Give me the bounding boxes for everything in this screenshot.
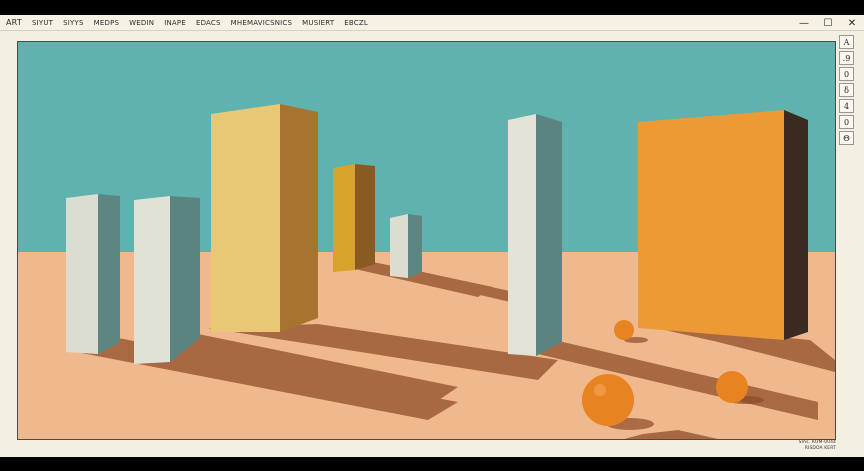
pillar-far-left-face [66,194,98,354]
pillar-left-face [134,196,170,364]
menu-item-medps[interactable]: MEDPS [89,16,125,30]
tool-button-6[interactable]: 0 [839,115,854,129]
close-button[interactable]: ✕ [840,15,864,31]
menu-item-art[interactable]: ART [0,16,27,30]
block-yellow-face [211,104,280,332]
minimize-button[interactable]: — [792,15,816,31]
block-small-side [408,214,422,278]
menu-item-musiert[interactable]: MUSIERT [297,16,339,30]
block-mustard-side [355,164,375,270]
tool-button-5[interactable]: 4 [839,99,854,113]
pillar-center-face [508,114,536,356]
artwork-image [18,42,835,439]
app-window: ART SIYUT SIYYS MEDPS WEDIN INAPE EDACS … [0,0,864,471]
pillar-far-left-side [98,194,120,354]
artwork-canvas[interactable] [17,41,836,440]
tool-button-text[interactable]: A [839,35,854,49]
pillar-center-side [536,114,562,356]
maximize-button[interactable]: ☐ [816,15,840,31]
menu-item-siyut[interactable]: SIYUT [27,16,58,30]
tool-button-4[interactable]: δ [839,83,854,97]
menu-item-wedin[interactable]: WEDIN [124,16,159,30]
menu-item-edacs[interactable]: EDACS [191,16,226,30]
tool-button-7[interactable]: Θ [839,131,854,145]
side-toolbar: A .9 0 δ 4 0 Θ [839,35,855,145]
menu-item-mhemavicsnics[interactable]: MHEMAVICSNICS [226,16,298,30]
block-orange-face [638,110,784,340]
window-top-strip [0,0,864,15]
block-small-face [390,214,408,278]
menu-item-inape[interactable]: INAPE [159,16,191,30]
menu-bar: ART SIYUT SIYYS MEDPS WEDIN INAPE EDACS … [0,15,864,31]
menu-item-siyys[interactable]: SIYYS [58,16,89,30]
menu-item-ebczl[interactable]: EBCZL [339,16,373,30]
pillar-left-side [170,196,200,362]
block-orange-side [784,110,808,340]
bottom-strip [0,457,864,471]
artwork-caption: Sms. ROM-0044 RISDOA KERT [799,440,836,452]
block-yellow-side [280,104,318,332]
caption-line-2: RISDOA KERT [804,446,836,451]
workspace: A .9 0 δ 4 0 Θ Sms. ROM-0044 RISDOA KERT [0,31,864,457]
block-mustard-face [333,164,355,272]
tool-button-3[interactable]: 0 [839,67,854,81]
window-controls: — ☐ ✕ [792,15,864,31]
tool-button-2[interactable]: .9 [839,51,854,65]
